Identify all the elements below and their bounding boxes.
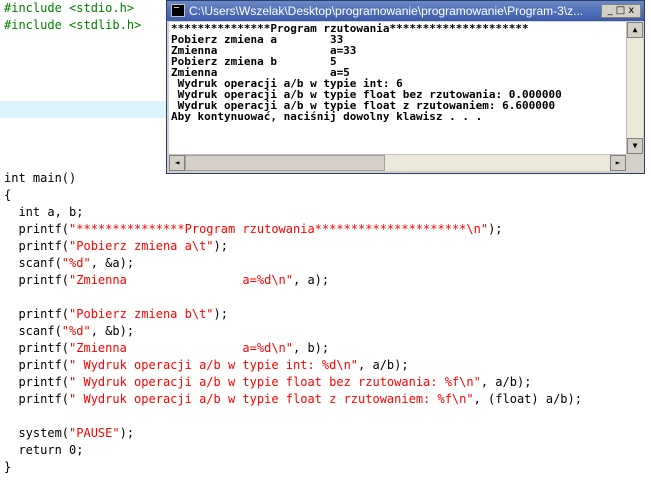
code-line[interactable]: return 0; — [4, 442, 84, 459]
string-literal: "%d" — [61, 324, 91, 338]
code-token: ); — [119, 426, 135, 440]
code-line[interactable]: scanf("%d", &b); — [4, 323, 134, 340]
scroll-down-icon[interactable]: ▼ — [627, 138, 643, 154]
code-token: , b); — [293, 341, 330, 355]
code-token: printf( — [4, 307, 70, 321]
string-literal: "PAUSE" — [69, 426, 120, 440]
code-token: ); — [213, 239, 228, 253]
string-literal: " Wydruk operacji a/b w typie float z rz… — [69, 392, 474, 406]
code-token: ); — [488, 222, 503, 236]
console-window[interactable]: C:\Users\Wszelak\Desktop\programowanie\p… — [166, 0, 645, 174]
scroll-up-icon[interactable]: ▲ — [627, 22, 643, 38]
console-title: C:\Users\Wszelak\Desktop\programowanie\p… — [189, 4, 584, 18]
code-token: , a/b); — [480, 375, 532, 389]
code-line[interactable]: int a, b; — [4, 204, 83, 221]
string-literal: "***************Program rzutowania******… — [69, 222, 489, 236]
horizontal-scroll-thumb[interactable] — [185, 155, 385, 171]
code-line[interactable]: printf("***************Program rzutowani… — [4, 221, 503, 238]
vertical-scrollbar[interactable]: ▲ ▼ — [626, 22, 643, 154]
code-token: , &a); — [90, 256, 135, 270]
code-line[interactable]: { — [4, 187, 11, 204]
scroll-left-icon[interactable]: ◄ — [169, 155, 185, 171]
code-token: printf( — [4, 341, 70, 355]
code-line[interactable]: printf("Zmienna a=%d\n", a); — [4, 272, 329, 289]
code-token: ); — [213, 307, 228, 321]
code-token: system( — [4, 426, 70, 440]
code-line[interactable]: } — [4, 459, 11, 476]
code-token: return — [4, 443, 70, 457]
string-literal: "Pobierz zmiena b\t" — [69, 307, 214, 321]
horizontal-scrollbar[interactable]: ◄ ► — [169, 154, 626, 171]
code-token: scanf( — [4, 256, 62, 270]
string-literal: "%d" — [61, 256, 91, 270]
code-line[interactable]: int main() — [4, 170, 76, 187]
code-line[interactable]: scanf("%d", &a); — [4, 255, 134, 272]
code-token: printf( — [4, 358, 70, 372]
code-line[interactable]: printf("Pobierz zmiena b\t"); — [4, 306, 228, 323]
console-titlebar[interactable]: C:\Users\Wszelak\Desktop\programowanie\p… — [167, 1, 644, 21]
window-control-buttons[interactable]: _ □ x — [601, 4, 641, 18]
code-token: int main() — [4, 171, 77, 185]
code-line[interactable]: printf(" Wydruk operacji a/b w typie flo… — [4, 391, 582, 408]
code-line[interactable]: printf("Pobierz zmiena a\t"); — [4, 238, 228, 255]
string-literal: "Zmienna a=%d\n" — [69, 341, 293, 355]
current-line-highlight — [0, 101, 166, 118]
code-line[interactable]: printf(" Wydruk operacji a/b w typie flo… — [4, 374, 531, 391]
code-token: , a); — [293, 273, 330, 287]
code-token: printf( — [4, 222, 70, 236]
code-token: , (float) a/b); — [473, 392, 582, 406]
code-token: , &b); — [90, 324, 135, 338]
code-line[interactable]: printf(" Wydruk operacji a/b w typie int… — [4, 357, 409, 374]
string-literal: " Wydruk operacji a/b w typie float bez … — [69, 375, 481, 389]
code-token: printf( — [4, 392, 70, 406]
scroll-corner — [626, 154, 642, 170]
console-output: ***************Program rzutowania*******… — [169, 22, 626, 154]
code-token: } — [4, 460, 12, 474]
code-token: { — [4, 188, 12, 202]
include-line-stdio[interactable]: #include <stdio.h> — [4, 0, 134, 17]
string-literal: " Wydruk operacji a/b w typie int: %d\n" — [69, 358, 359, 372]
code-token: printf( — [4, 239, 70, 253]
code-token: int a, b; — [4, 205, 84, 219]
console-app-icon — [171, 4, 185, 17]
code-line[interactable]: system("PAUSE"); — [4, 425, 134, 442]
include-line-stdlib[interactable]: #include <stdlib.h> — [4, 17, 141, 34]
code-token: , a/b); — [358, 358, 409, 372]
string-literal: "Pobierz zmiena a\t" — [69, 239, 214, 253]
string-literal: "Zmienna a=%d\n" — [69, 273, 293, 287]
code-token: ; — [76, 443, 84, 457]
code-token: printf( — [4, 273, 70, 287]
scroll-right-icon[interactable]: ► — [610, 155, 626, 171]
code-token: printf( — [4, 375, 70, 389]
code-line[interactable]: printf("Zmienna a=%d\n", b); — [4, 340, 329, 357]
code-token: scanf( — [4, 324, 62, 338]
console-output-line: Aby kontynuować, naciśnij dowolny klawis… — [171, 110, 483, 123]
